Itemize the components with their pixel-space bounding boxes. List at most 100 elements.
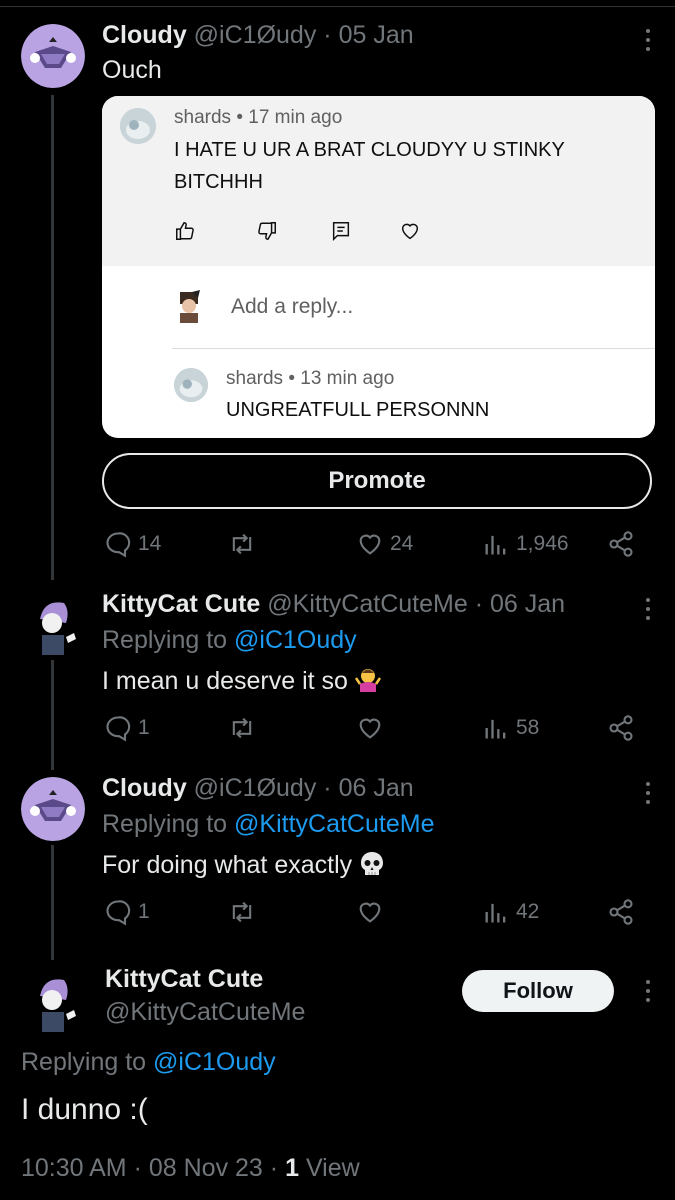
main-meta: 10:30 AM · 08 Nov 23 · 1 View <box>21 1154 360 1182</box>
like-button[interactable] <box>356 714 384 742</box>
more-icon[interactable] <box>645 980 651 1007</box>
views-icon <box>485 903 506 923</box>
comment1-text-line2: BITCHHH <box>174 171 263 193</box>
comment1-text: I HATE U UR A BRAT CLOUDYY U STINKY BITC… <box>174 134 565 198</box>
reply-button[interactable]: 1 <box>104 714 150 742</box>
post3-handle[interactable]: @iC1Øudy <box>194 774 317 802</box>
post1-text: Ouch <box>102 56 162 84</box>
like-button[interactable]: 24 <box>356 530 413 558</box>
post2-header: KittyCat Cute @KittyCatCuteMe · 06 Jan <box>102 590 566 618</box>
share-button[interactable] <box>607 714 635 742</box>
reply-icon <box>106 716 131 742</box>
post-time[interactable]: 10:30 AM <box>21 1154 127 1182</box>
post1-date[interactable]: 05 Jan <box>339 21 414 49</box>
post2-text: I mean u deserve it so <box>102 667 348 695</box>
views-button[interactable]: 42 <box>482 898 539 926</box>
post3-header: Cloudy @iC1Øudy · 06 Jan <box>102 774 414 802</box>
view-count: 1,946 <box>516 532 569 555</box>
post2-replying: Replying to @iC1Oudy <box>102 626 357 654</box>
retweet-icon <box>232 901 252 923</box>
reply-count: 14 <box>138 532 162 555</box>
shards-avatar <box>120 108 156 144</box>
retweet-icon <box>232 717 252 739</box>
comment1-meta: shards • 17 min ago <box>174 107 343 128</box>
reply-count: 1 <box>138 716 150 739</box>
share-icon <box>609 899 633 925</box>
views-button[interactable]: 58 <box>482 714 539 742</box>
follow-button[interactable]: Follow <box>462 970 614 1012</box>
views-icon <box>485 719 506 739</box>
comment2-author: shards <box>226 368 284 389</box>
shrug-emoji-icon <box>354 669 382 692</box>
replying-to-link[interactable]: @iC1Oudy <box>153 1048 276 1076</box>
thread-line <box>51 660 54 770</box>
share-icon <box>609 531 633 557</box>
more-icon[interactable] <box>645 29 651 56</box>
thread-line <box>51 95 54 580</box>
retweet-button[interactable] <box>228 530 256 558</box>
post1-author-name[interactable]: Cloudy <box>102 21 187 49</box>
reply-count: 1 <box>138 900 150 923</box>
view-count: 42 <box>516 900 540 923</box>
like-icon <box>359 534 381 555</box>
avatar-kittycat[interactable] <box>22 593 86 657</box>
like-button[interactable] <box>356 898 384 926</box>
post3-author-name[interactable]: Cloudy <box>102 774 187 802</box>
comment1-time: 17 min ago <box>248 107 343 128</box>
share-button[interactable] <box>607 530 635 558</box>
comment2-time: 13 min ago <box>300 368 395 389</box>
share-icon <box>609 715 633 741</box>
main-author-name[interactable]: KittyCat Cute <box>105 965 263 994</box>
card-divider <box>172 348 655 349</box>
post3-date[interactable]: 06 Jan <box>339 774 414 802</box>
separator-dot: · <box>323 21 332 49</box>
post3-text: For doing what exactly <box>102 851 353 879</box>
view-total: 1 <box>285 1154 299 1182</box>
comment-icon[interactable] <box>330 220 352 242</box>
view-label: View <box>305 1154 360 1182</box>
view-count: 58 <box>516 716 540 739</box>
retweet-button[interactable] <box>228 898 256 926</box>
retweet-button[interactable] <box>228 714 256 742</box>
user-avatar <box>174 290 204 324</box>
avatar-cloudy[interactable] <box>21 24 85 88</box>
more-icon[interactable] <box>645 782 651 809</box>
replying-to-link[interactable]: @iC1Oudy <box>234 626 357 654</box>
post2-author-name[interactable]: KittyCat Cute <box>102 590 260 618</box>
views-button[interactable]: 1,946 <box>482 530 569 558</box>
post3-replying: Replying to @KittyCatCuteMe <box>102 810 435 838</box>
like-icon <box>359 902 381 923</box>
thread-line <box>51 845 54 960</box>
main-handle[interactable]: @KittyCatCuteMe <box>105 998 305 1027</box>
post2-text-row: I mean u deserve it so <box>102 666 382 696</box>
post1-handle[interactable]: @iC1Øudy <box>194 21 317 49</box>
main-text: I dunno :( <box>21 1093 148 1126</box>
comment2-meta: shards • 13 min ago <box>226 368 395 389</box>
promote-button[interactable]: Promote <box>102 453 652 509</box>
avatar-kittycat[interactable] <box>22 970 86 1034</box>
heart-icon[interactable] <box>399 220 421 242</box>
add-reply-input[interactable]: Add a reply... <box>231 295 353 319</box>
post-date[interactable]: 08 Nov 23 <box>149 1154 263 1182</box>
views-icon <box>485 535 506 555</box>
replying-to-link[interactable]: @KittyCatCuteMe <box>234 810 434 838</box>
shards-avatar <box>174 368 208 402</box>
reply-button[interactable]: 14 <box>104 530 161 558</box>
comment1-author: shards <box>174 107 232 128</box>
skull-emoji-icon <box>361 852 384 875</box>
avatar-cloudy[interactable] <box>21 777 85 841</box>
reply-button[interactable]: 1 <box>104 898 150 926</box>
post2-date[interactable]: 06 Jan <box>490 590 565 618</box>
top-divider <box>0 6 675 7</box>
comment1-text-line1: I HATE U UR A BRAT CLOUDYY U STINKY <box>174 139 565 161</box>
post2-handle[interactable]: @KittyCatCuteMe <box>267 590 467 618</box>
comment2-text: UNGREATFULL PERSONNN <box>226 399 490 421</box>
thumbs-down-icon[interactable] <box>256 220 278 242</box>
retweet-icon <box>232 533 252 555</box>
like-count: 24 <box>390 532 414 555</box>
post3-text-row: For doing what exactly <box>102 850 386 880</box>
thumbs-up-icon[interactable] <box>174 220 196 242</box>
more-icon[interactable] <box>645 598 651 625</box>
reply-icon <box>106 532 131 558</box>
share-button[interactable] <box>607 898 635 926</box>
